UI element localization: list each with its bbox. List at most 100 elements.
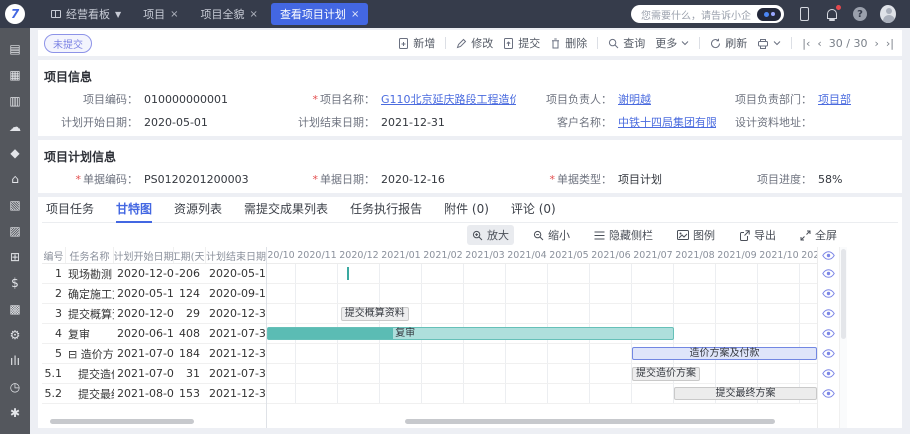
sidebar-card-icon[interactable]: ▧ [0,192,30,218]
col-header-2[interactable]: 计划开始日期 [114,247,174,263]
task-bar-milestone[interactable] [347,267,349,280]
col-header-1[interactable]: 任务名称 [66,247,114,263]
sidebar-report-icon[interactable]: ▩ [0,296,30,322]
help-button[interactable]: ? [852,6,868,22]
top-tab-查看项目计划[interactable]: 查看项目计划× [271,3,368,25]
row-view-button[interactable] [818,264,839,284]
project-value[interactable]: 谢明越 [618,91,651,107]
timeline-row[interactable] [267,284,817,304]
last-page-button[interactable]: ›| [886,37,894,50]
sidebar-misc-icon[interactable]: ✱ [0,400,30,426]
table-row[interactable]: 1现场勘测2020-12-08-2062020-05-16 [42,264,266,284]
month-label: 2021/04 [506,247,548,263]
sidebar-chart-icon[interactable]: ılı [0,348,30,374]
user-menu[interactable] [880,6,896,22]
table-row[interactable]: 4复审2020-06-194082021-07-31 [42,324,266,344]
timeline-row[interactable]: 提交造价方案 [267,364,817,384]
col-header-0[interactable]: 编号 [42,247,66,263]
top-tab-项目全貌[interactable]: 项目全貌 × [192,3,267,25]
new-button[interactable]: 新增 [398,35,435,51]
delete-button[interactable]: 删除 [550,35,587,51]
print-button[interactable] [757,38,781,49]
more-button[interactable]: 更多 [655,35,689,51]
month-label: 2021/11 [800,247,817,263]
task-bar-label[interactable]: 提交造价方案 [632,367,700,381]
row-view-button[interactable] [818,284,839,304]
tab-甘特图[interactable]: 甘特图 [116,197,152,223]
sidebar-history-icon[interactable]: ◷ [0,374,30,400]
timeline-row[interactable]: 造价方案及付款 [267,344,817,364]
next-page-button[interactable]: › [874,37,878,50]
sidebar-team-icon[interactable]: ☁ [0,114,30,140]
sidebar-document-icon[interactable]: ▦ [0,62,30,88]
task-bar-label[interactable]: 提交概算资料 [341,307,409,321]
row-view-button[interactable] [818,304,839,324]
top-bar: 7 经营看板▼项目×项目全貌×查看项目计划× 您需要什么，请告诉小企 ? [0,0,910,28]
export-button[interactable]: 导出 [734,225,781,245]
timeline-row[interactable] [267,264,817,284]
plan-value: 2020-12-16 [381,173,445,186]
edit-button[interactable]: 修改 [456,35,493,51]
table-row[interactable]: 5.2提交最终方案2021-08-011532021-12-31 [42,384,266,404]
close-icon[interactable]: × [250,9,258,20]
legend-button[interactable]: 图例 [672,225,720,245]
row-view-button[interactable] [818,364,839,384]
task-bar[interactable]: 复审 [267,327,674,340]
project-value: 2021-12-31 [381,116,445,129]
zoom-out-button[interactable]: 缩小 [528,225,575,245]
col-header-3[interactable]: 工期(天) [174,247,206,263]
grid-hscrollbar[interactable] [50,419,194,424]
sidebar-calendar-icon[interactable]: ▨ [0,218,30,244]
table-row[interactable]: 5⊟ 造价方案及付款2021-07-011842021-12-31 [42,344,266,364]
hide-sidebar-button[interactable]: 隐藏侧栏 [589,225,658,245]
project-value[interactable]: 中铁十四局集团有限公司 [618,114,716,130]
sidebar-shield-icon[interactable]: ◆ [0,140,30,166]
timeline-hscrollbar[interactable] [405,419,775,424]
table-row[interactable]: 5.1提交造价方案2021-07-01312021-07-31 [42,364,266,384]
tab-资源列表[interactable]: 资源列表 [174,197,222,223]
timeline-row[interactable]: 提交最终方案 [267,384,817,404]
task-bar[interactable]: 提交最终方案 [674,387,817,400]
submit-button[interactable]: 提交 [503,35,540,51]
assistant-search[interactable]: 您需要什么，请告诉小企 [631,5,784,23]
sidebar-settings-icon[interactable]: ⚙ [0,322,30,348]
query-button[interactable]: 查询 [608,35,645,51]
sidebar-toolbox-icon[interactable]: ⌂ [0,166,30,192]
top-tab-dashboard[interactable]: 经营看板▼ [42,3,130,25]
sidebar-kanban-icon[interactable]: ▤ [0,36,30,62]
top-tab-项目[interactable]: 项目× [134,3,187,25]
tab-任务执行报告[interactable]: 任务执行报告 [350,197,422,223]
close-icon[interactable]: × [170,9,178,20]
project-value[interactable]: 项目部 [818,91,851,107]
task-bar[interactable]: 造价方案及付款 [632,347,817,360]
tab-需提交成果列表[interactable]: 需提交成果列表 [244,197,328,223]
row-view-button[interactable] [818,324,839,344]
project-value[interactable]: G110北京延庆路段工程造价项目 [381,91,516,107]
sidebar-finance-icon[interactable]: $ [0,270,30,296]
notifications-button[interactable] [824,6,840,22]
tab-附件 (0)[interactable]: 附件 (0) [444,197,489,223]
close-icon[interactable]: × [351,9,359,20]
project-label: 项目编码： [42,91,138,107]
refresh-button[interactable]: 刷新 [710,35,747,51]
timeline-row[interactable]: 提交概算资料 [267,304,817,324]
table-row[interactable]: 3提交概算资料2020-12-03292020-12-31 [42,304,266,324]
view-all-button[interactable] [818,247,839,264]
timeline-row[interactable]: 复审 [267,324,817,344]
tab-项目任务[interactable]: 项目任务 [46,197,94,223]
tab-评论 (0)[interactable]: 评论 (0) [511,197,556,223]
col-header-4[interactable]: 计划结束日期 [206,247,266,263]
table-row[interactable]: 2确定施工方案2020-05-181242020-09-18 [42,284,266,304]
mobile-button[interactable] [796,6,812,22]
app-logo[interactable]: 7 [0,0,30,28]
prev-page-button[interactable]: ‹ [817,37,821,50]
top-tab-label: 项目全貌 [201,6,245,22]
zoom-in-button[interactable]: 放大 [467,225,514,245]
sidebar-ledger-icon[interactable]: ▥ [0,88,30,114]
first-page-button[interactable]: |‹ [802,37,810,50]
row-view-button[interactable] [818,384,839,404]
row-view-button[interactable] [818,344,839,364]
sidebar-apps-icon[interactable]: ⊞ [0,244,30,270]
fullscreen-button[interactable]: 全屏 [795,225,842,245]
gantt-vscrollbar[interactable] [839,247,847,428]
